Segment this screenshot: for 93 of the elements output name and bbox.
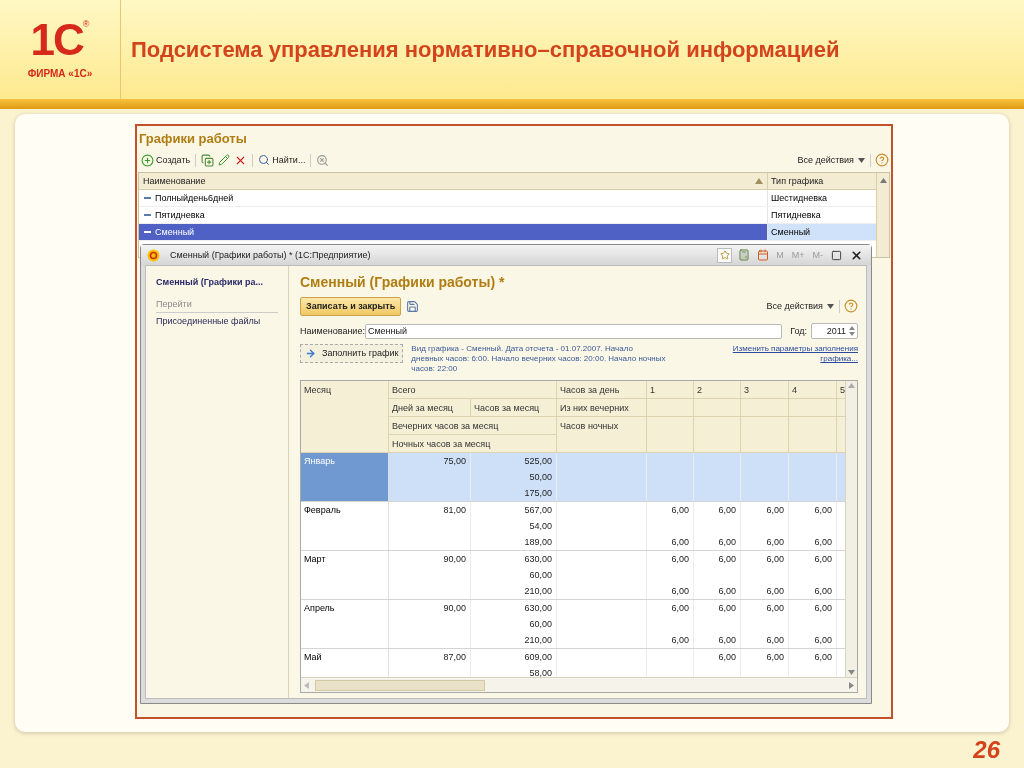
name-cell: Пятидневка — [155, 208, 205, 222]
change-parameters-link[interactable]: Изменить параметры заполнения графика... — [708, 344, 858, 365]
logo-caption: ФИРМА «1С» — [27, 67, 93, 82]
column-header: Из них вечерних — [557, 399, 647, 418]
column-header: 2 — [694, 381, 741, 400]
nav-section: Перейти — [156, 297, 278, 314]
year-field[interactable]: 2011 — [811, 323, 858, 340]
calendar-button[interactable] — [755, 247, 771, 263]
up-arrow-icon — [848, 383, 855, 389]
nav-link[interactable]: Присоединенные файлы — [156, 315, 278, 329]
column-header: Часов за день — [557, 381, 647, 400]
name-field[interactable]: Сменный — [364, 323, 783, 339]
table-cell — [647, 453, 694, 470]
vertical-scrollbar[interactable] — [845, 381, 857, 678]
down-arrow-icon — [848, 670, 855, 676]
save-icon[interactable] — [406, 299, 420, 313]
create-button[interactable]: Создать — [139, 153, 193, 167]
all-actions-menu[interactable]: Все действия — [797, 153, 871, 167]
registered-mark: ® — [82, 18, 90, 30]
column-header[interactable]: Наименование — [139, 173, 768, 190]
find-button[interactable]: Найти... — [256, 153, 308, 167]
table-cell — [789, 453, 837, 470]
help-icon[interactable] — [875, 153, 889, 168]
schedule-info: Вид графика - Сменный. Дата отсчета - 01.07.2007. Начало дневных часов: 6:00. Начало вечерних часов: 20:00. Начало ночных часов: 22:00 — [411, 344, 667, 375]
column-header: Часов за месяц — [471, 399, 557, 418]
type-cell-text: Шестидневка — [770, 191, 829, 205]
save-close-button[interactable]: Записать и закрыть — [300, 296, 402, 316]
column-header: Всего — [389, 381, 557, 400]
table-cell: 75,00 — [389, 453, 471, 470]
nav-header: Сменный (Графики ра... — [156, 276, 264, 290]
spinner-icon — [849, 326, 855, 337]
column-header: Месяц — [301, 381, 389, 454]
table-cell — [789, 485, 837, 502]
column-header: 1 — [647, 381, 694, 400]
name-cell: Сменный — [155, 225, 195, 239]
page-number: 26 — [973, 735, 1000, 765]
table-cell — [694, 453, 741, 470]
vertical-scrollbar[interactable] — [876, 173, 889, 258]
table-cell: 175,00 — [471, 485, 557, 502]
table-cell: 525,00 — [471, 453, 557, 470]
copy-button[interactable] — [199, 153, 217, 167]
logo-mark: 1С — [30, 18, 83, 63]
name-cell: Полныйдень6дней — [155, 191, 234, 205]
month-cell[interactable]: Май — [301, 649, 389, 678]
up-arrow-icon — [879, 178, 887, 184]
left-arrow-icon — [304, 681, 309, 689]
slide-title: Подсистема управления нормативно–справочной информацией — [131, 36, 840, 65]
table-cell — [837, 453, 846, 470]
table-cell — [741, 485, 789, 502]
help-icon[interactable] — [844, 299, 858, 314]
caret-icon — [858, 157, 865, 163]
table-cell — [647, 485, 694, 502]
fill-schedule-button[interactable]: Заполнить график — [300, 344, 404, 364]
minus-icon — [144, 231, 151, 234]
column-header: Часов ночных — [557, 417, 647, 454]
type-cell: Сменный — [768, 224, 876, 241]
window-title: Сменный (Графики работы) * (1С:Предприятие) — [170, 248, 371, 262]
sort-icon — [755, 177, 763, 185]
all-actions-menu[interactable]: Все действия — [766, 299, 840, 313]
column-header: 4 — [789, 381, 837, 400]
table-cell — [694, 485, 741, 502]
minus-icon — [144, 214, 151, 217]
type-cell-text: Пятидневка — [770, 208, 822, 222]
plus-icon — [141, 153, 154, 167]
scroll-thumb[interactable] — [315, 679, 485, 691]
favorite-button[interactable] — [717, 247, 733, 263]
app-logo-icon — [147, 248, 160, 262]
minus-icon — [144, 197, 151, 200]
arrow-icon — [305, 348, 316, 360]
list-row[interactable]: Полныйдень6дней Шестидневка — [139, 190, 876, 208]
table-cell: 50,00 — [471, 469, 557, 486]
table-cell — [837, 485, 846, 502]
column-header: Вечерних часов за месяц — [389, 417, 557, 436]
month-cell[interactable]: Апрель — [301, 600, 389, 649]
list-title: Графики работы — [138, 130, 248, 149]
calculator-button[interactable] — [736, 247, 752, 263]
month-cell[interactable]: Март — [301, 551, 389, 600]
month-cell[interactable]: Февраль — [301, 502, 389, 551]
table-cell — [741, 453, 789, 470]
pencil-button[interactable] — [216, 154, 233, 167]
form-heading: Сменный (Графики работы) * — [300, 273, 506, 293]
list-row[interactable]: Сменный Сменный — [139, 224, 876, 242]
column-header: Ночных часов за месяц — [389, 435, 557, 454]
search-icon — [258, 154, 271, 167]
column-header[interactable]: Тип графика — [768, 173, 876, 190]
field-label: Год: — [790, 324, 807, 338]
horizontal-scrollbar[interactable] — [301, 677, 857, 693]
maximize-button[interactable] — [829, 249, 844, 261]
column-header: 3 — [741, 381, 789, 400]
column-header: Дней за месяц — [389, 399, 471, 418]
caret-icon — [827, 303, 834, 309]
right-arrow-icon — [849, 681, 854, 689]
field-label: Наименование: — [300, 324, 365, 338]
